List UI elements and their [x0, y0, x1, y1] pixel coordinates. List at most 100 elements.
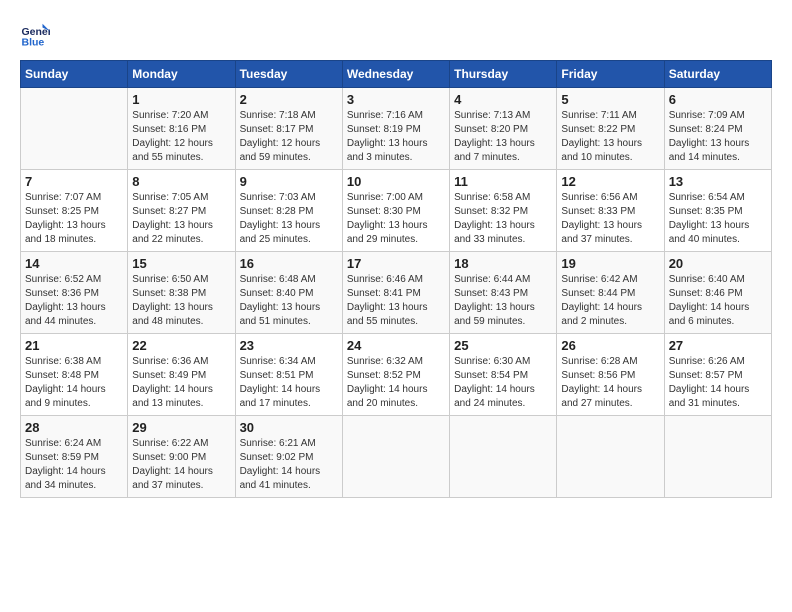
day-info: Sunrise: 6:46 AM Sunset: 8:41 PM Dayligh… [347, 273, 445, 329]
day-number: 14 [25, 256, 123, 271]
calendar-week-row: 14 Sunrise: 6:52 AM Sunset: 8:36 PM Dayli… [21, 252, 772, 334]
calendar-week-row: 7 Sunrise: 7:07 AM Sunset: 8:25 PM Daylig… [21, 170, 772, 252]
day-info: Sunrise: 6:40 AM Sunset: 8:46 PM Dayligh… [669, 273, 767, 329]
calendar-cell [342, 416, 449, 498]
calendar-cell: 21Sunrise: 6:38 AM Sunset: 8:48 PM Dayli… [21, 334, 128, 416]
day-number: 15 [132, 256, 230, 271]
calendar-cell: 22Sunrise: 6:36 AM Sunset: 8:49 PM Dayli… [128, 334, 235, 416]
day-info: Sunrise: 6:52 AM Sunset: 8:36 PM Dayligh… [25, 273, 123, 329]
day-info: Sunrise: 6:42 AM Sunset: 8:44 PM Dayligh… [561, 273, 659, 329]
calendar-cell: 16 Sunrise: 6:48 AM Sunset: 8:40 PM Dayli… [235, 252, 342, 334]
calendar-cell: 3 Sunrise: 7:16 AM Sunset: 8:19 PM Daylig… [342, 88, 449, 170]
calendar-cell: 26 Sunrise: 6:28 AM Sunset: 8:56 PM Dayli… [557, 334, 664, 416]
day-number: 10 [347, 174, 445, 189]
page-header: General Blue [20, 20, 772, 50]
day-number: 20 [669, 256, 767, 271]
calendar-cell: 24Sunrise: 6:32 AM Sunset: 8:52 PM Dayli… [342, 334, 449, 416]
day-info: Sunrise: 7:11 AM Sunset: 8:22 PM Dayligh… [561, 109, 659, 165]
calendar-cell: 5 Sunrise: 7:11 AM Sunset: 8:22 PM Daylig… [557, 88, 664, 170]
day-info: Sunrise: 6:21 AM Sunset: 9:02 PM Dayligh… [240, 437, 338, 493]
day-number: 13 [669, 174, 767, 189]
weekday-header-row: SundayMondayTuesdayWednesdayThursdayFrid… [21, 61, 772, 88]
day-info: Sunrise: 6:34 AM Sunset: 8:51 PM Dayligh… [240, 355, 338, 411]
weekday-header: Tuesday [235, 61, 342, 88]
calendar-cell: 28Sunrise: 6:24 AM Sunset: 8:59 PM Dayli… [21, 416, 128, 498]
calendar-cell [664, 416, 771, 498]
day-number: 30 [240, 420, 338, 435]
day-number: 4 [454, 92, 552, 107]
day-number: 8 [132, 174, 230, 189]
calendar-cell: 10 Sunrise: 7:00 AM Sunset: 8:30 PM Dayli… [342, 170, 449, 252]
weekday-header: Sunday [21, 61, 128, 88]
calendar-cell: 19 Sunrise: 6:42 AM Sunset: 8:44 PM Dayli… [557, 252, 664, 334]
calendar-cell: 8 Sunrise: 7:05 AM Sunset: 8:27 PM Daylig… [128, 170, 235, 252]
calendar-cell: 18 Sunrise: 6:44 AM Sunset: 8:43 PM Dayli… [450, 252, 557, 334]
day-number: 19 [561, 256, 659, 271]
day-info: Sunrise: 7:09 AM Sunset: 8:24 PM Dayligh… [669, 109, 767, 165]
day-number: 7 [25, 174, 123, 189]
day-info: Sunrise: 7:18 AM Sunset: 8:17 PM Dayligh… [240, 109, 338, 165]
calendar-cell: 11 Sunrise: 6:58 AM Sunset: 8:32 PM Dayli… [450, 170, 557, 252]
calendar-cell: 25 Sunrise: 6:30 AM Sunset: 8:54 PM Dayli… [450, 334, 557, 416]
calendar-cell [557, 416, 664, 498]
day-info: Sunrise: 6:22 AM Sunset: 9:00 PM Dayligh… [132, 437, 230, 493]
day-number: 18 [454, 256, 552, 271]
day-info: Sunrise: 6:54 AM Sunset: 8:35 PM Dayligh… [669, 191, 767, 247]
calendar-cell: 15 Sunrise: 6:50 AM Sunset: 8:38 PM Dayli… [128, 252, 235, 334]
weekday-header: Wednesday [342, 61, 449, 88]
day-info: Sunrise: 6:28 AM Sunset: 8:56 PM Dayligh… [561, 355, 659, 411]
calendar-cell: 7 Sunrise: 7:07 AM Sunset: 8:25 PM Daylig… [21, 170, 128, 252]
day-info: Sunrise: 6:50 AM Sunset: 8:38 PM Dayligh… [132, 273, 230, 329]
calendar-cell: 29 Sunrise: 6:22 AM Sunset: 9:00 PM Dayli… [128, 416, 235, 498]
calendar-cell: 2 Sunrise: 7:18 AM Sunset: 8:17 PM Daylig… [235, 88, 342, 170]
day-info: Sunrise: 7:07 AM Sunset: 8:25 PM Dayligh… [25, 191, 123, 247]
calendar-cell: 23 Sunrise: 6:34 AM Sunset: 8:51 PM Dayli… [235, 334, 342, 416]
day-info: Sunrise: 6:58 AM Sunset: 8:32 PM Dayligh… [454, 191, 552, 247]
day-info: Sunrise: 6:32 AM Sunset: 8:52 PM Dayligh… [347, 355, 445, 411]
day-info: Sunrise: 6:30 AM Sunset: 8:54 PM Dayligh… [454, 355, 552, 411]
calendar-cell: 14 Sunrise: 6:52 AM Sunset: 8:36 PM Dayli… [21, 252, 128, 334]
weekday-header: Monday [128, 61, 235, 88]
day-number: 29 [132, 420, 230, 435]
day-number: 17 [347, 256, 445, 271]
day-number: 16 [240, 256, 338, 271]
logo: General Blue [20, 20, 52, 50]
calendar-cell: 13 Sunrise: 6:54 AM Sunset: 8:35 PM Dayli… [664, 170, 771, 252]
calendar-cell: 9Sunrise: 7:03 AM Sunset: 8:28 PM Daylig… [235, 170, 342, 252]
weekday-header: Saturday [664, 61, 771, 88]
day-number: 6 [669, 92, 767, 107]
day-number: 3 [347, 92, 445, 107]
calendar-cell: 12 Sunrise: 6:56 AM Sunset: 8:33 PM Dayli… [557, 170, 664, 252]
day-number: 21 [25, 338, 123, 353]
day-number: 23 [240, 338, 338, 353]
day-info: Sunrise: 7:03 AM Sunset: 8:28 PM Dayligh… [240, 191, 338, 247]
calendar-cell: 30 Sunrise: 6:21 AM Sunset: 9:02 PM Dayli… [235, 416, 342, 498]
day-info: Sunrise: 6:56 AM Sunset: 8:33 PM Dayligh… [561, 191, 659, 247]
day-number: 2 [240, 92, 338, 107]
day-number: 5 [561, 92, 659, 107]
day-info: Sunrise: 7:00 AM Sunset: 8:30 PM Dayligh… [347, 191, 445, 247]
day-number: 25 [454, 338, 552, 353]
calendar-cell [450, 416, 557, 498]
calendar-cell: 20 Sunrise: 6:40 AM Sunset: 8:46 PM Dayli… [664, 252, 771, 334]
day-number: 22 [132, 338, 230, 353]
calendar-cell: 6 Sunrise: 7:09 AM Sunset: 8:24 PM Daylig… [664, 88, 771, 170]
calendar-cell: 4 Sunrise: 7:13 AM Sunset: 8:20 PM Daylig… [450, 88, 557, 170]
day-info: Sunrise: 7:16 AM Sunset: 8:19 PM Dayligh… [347, 109, 445, 165]
day-info: Sunrise: 7:05 AM Sunset: 8:27 PM Dayligh… [132, 191, 230, 247]
calendar-cell: 17 Sunrise: 6:46 AM Sunset: 8:41 PM Dayli… [342, 252, 449, 334]
day-number: 27 [669, 338, 767, 353]
day-number: 26 [561, 338, 659, 353]
day-number: 11 [454, 174, 552, 189]
calendar-cell: 27Sunrise: 6:26 AM Sunset: 8:57 PM Dayli… [664, 334, 771, 416]
day-info: Sunrise: 7:13 AM Sunset: 8:20 PM Dayligh… [454, 109, 552, 165]
day-number: 12 [561, 174, 659, 189]
day-number: 28 [25, 420, 123, 435]
day-info: Sunrise: 6:48 AM Sunset: 8:40 PM Dayligh… [240, 273, 338, 329]
calendar-table: SundayMondayTuesdayWednesdayThursdayFrid… [20, 60, 772, 498]
calendar-cell: 1Sunrise: 7:20 AM Sunset: 8:16 PM Daylig… [128, 88, 235, 170]
day-info: Sunrise: 6:44 AM Sunset: 8:43 PM Dayligh… [454, 273, 552, 329]
svg-text:Blue: Blue [22, 37, 45, 49]
calendar-week-row: 1Sunrise: 7:20 AM Sunset: 8:16 PM Daylig… [21, 88, 772, 170]
day-number: 1 [132, 92, 230, 107]
